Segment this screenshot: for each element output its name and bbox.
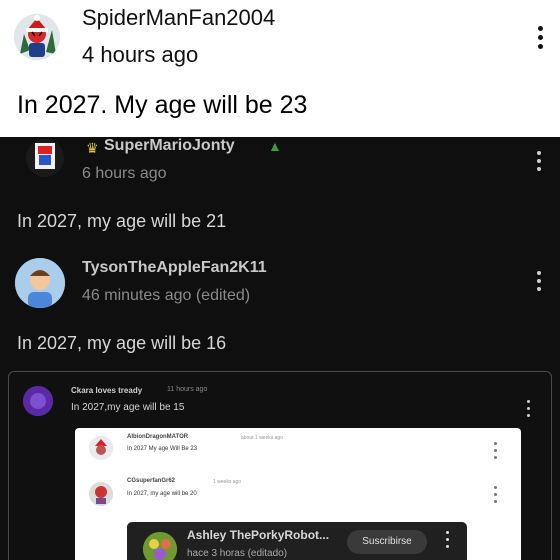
top-comment: SpiderManFan2004 4 hours ago In 2027. My… xyxy=(0,0,560,137)
comment-timestamp[interactable]: 11 hours ago xyxy=(167,386,207,393)
comment-timestamp[interactable]: 4 hours ago xyxy=(82,42,198,68)
mario-avatar-icon xyxy=(26,139,64,177)
avatar[interactable] xyxy=(143,532,177,560)
nested-light-comments: AlbionDragonMATOR about 1 weeks ago In 2… xyxy=(75,428,521,560)
more-options-icon[interactable] xyxy=(535,271,543,291)
avatar[interactable] xyxy=(23,386,53,416)
avatar[interactable] xyxy=(89,482,113,506)
more-options-icon[interactable] xyxy=(535,151,543,171)
flower-avatar-icon xyxy=(143,532,177,560)
cartoon-boy-avatar-icon xyxy=(15,258,65,308)
avatar[interactable] xyxy=(89,436,113,460)
embedded-dark-comments: ♛ SuperMarioJonty ▲ 6 hours ago In 2027,… xyxy=(0,137,560,560)
comment-username[interactable]: CGsuperfanGr62 xyxy=(127,478,175,484)
comment-text: In 2027, my age will be 21 xyxy=(17,211,227,231)
comment-text: In 2027 My age Will Be 23 xyxy=(127,446,198,452)
santa-avatar-icon xyxy=(89,436,113,460)
comment-username[interactable]: AlbionDragonMATOR xyxy=(127,434,188,440)
more-options-icon[interactable] xyxy=(443,531,451,548)
comment-username[interactable]: SuperMarioJonty xyxy=(104,137,235,155)
comment-username[interactable]: Ckara loves tready xyxy=(71,386,142,395)
comment-text: In 2027, my age will be 16 xyxy=(17,333,227,353)
nested-dark-comment: Ashley ThePorkyRobot... hace 3 horas (ed… xyxy=(127,522,467,560)
comment-timestamp[interactable]: 1 weeks ago xyxy=(213,479,241,485)
comment-text: In 2027. My age will be 23 xyxy=(17,91,308,119)
purple-avatar-icon xyxy=(23,386,53,416)
comment-username[interactable]: SpiderManFan2004 xyxy=(82,5,275,31)
more-options-icon[interactable] xyxy=(536,26,544,49)
comment-timestamp[interactable]: 6 hours ago xyxy=(82,165,167,183)
avatar[interactable] xyxy=(14,14,60,60)
comment-username[interactable]: TysonTheAppleFan2K11 xyxy=(82,259,267,277)
comment-text: In 2027, my age will be 20 xyxy=(127,491,197,497)
comment-text: In 2027,my age will be 15 xyxy=(71,402,185,413)
comment-timestamp[interactable]: 46 minutes ago (edited) xyxy=(82,287,250,305)
comment-username[interactable]: Ashley ThePorkyRobot... xyxy=(187,528,329,542)
more-options-icon[interactable] xyxy=(524,400,532,417)
nested-screenshot: Ckara loves tready 11 hours ago In 2027,… xyxy=(8,371,552,560)
more-options-icon[interactable] xyxy=(491,442,499,459)
more-options-icon[interactable] xyxy=(491,486,499,503)
comment-timestamp[interactable]: about 1 weeks ago xyxy=(241,435,283,441)
character-avatar-icon xyxy=(89,482,113,506)
crown-emoji-icon: ♛ xyxy=(86,140,99,156)
avatar[interactable] xyxy=(15,258,65,308)
avatar[interactable] xyxy=(26,139,64,177)
comment-timestamp[interactable]: hace 3 horas (editado) xyxy=(187,548,287,559)
tree-emoji-icon: ▲ xyxy=(268,138,282,154)
spiderman-santa-avatar-icon xyxy=(14,14,60,60)
subscribe-button[interactable]: Suscribirse xyxy=(347,530,427,554)
